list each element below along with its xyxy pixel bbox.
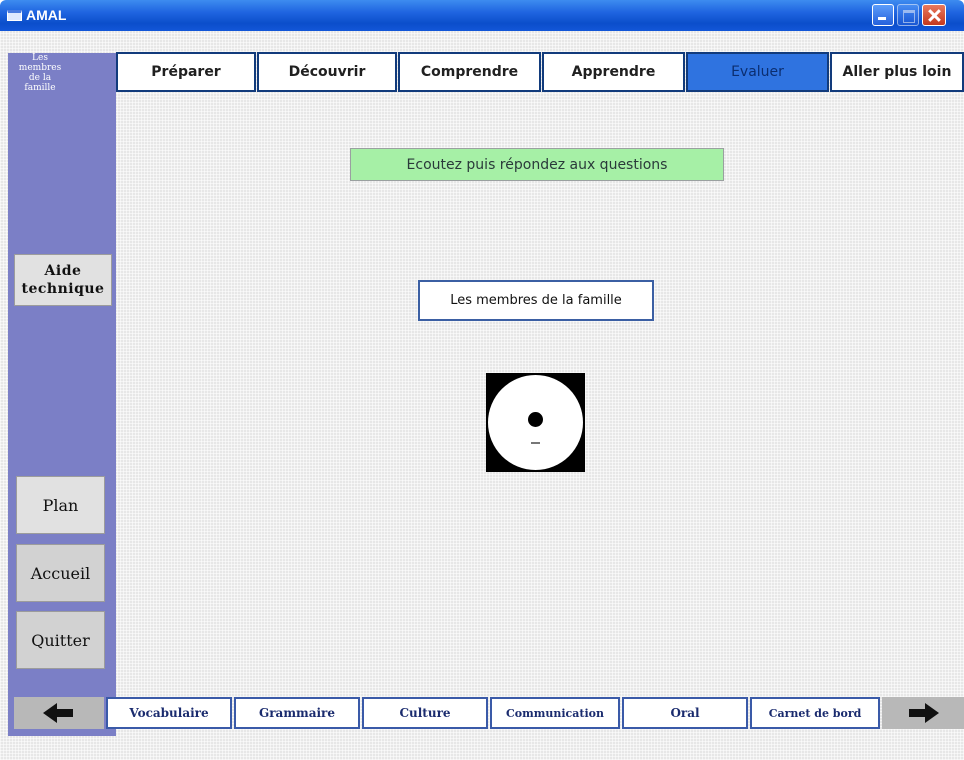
close-button[interactable] — [922, 4, 946, 26]
tab-label: Evaluer — [731, 64, 784, 80]
next-arrow-button[interactable] — [882, 697, 964, 729]
nav-oral[interactable]: Oral — [622, 697, 748, 729]
accueil-button[interactable]: Accueil — [16, 544, 105, 602]
aide-label-line2: technique — [21, 281, 105, 297]
nav-label: Oral — [670, 706, 700, 720]
nav-grammaire[interactable]: Grammaire — [234, 697, 360, 729]
cd-hole — [528, 412, 543, 427]
tab-apprendre[interactable]: Apprendre — [542, 52, 685, 92]
plan-button[interactable]: Plan — [16, 476, 105, 534]
app-window-icon — [7, 10, 22, 21]
previous-arrow-button[interactable] — [14, 697, 104, 729]
sidebar-title: Les membres de la famille — [15, 53, 65, 93]
sidebar-title-line: membres — [18, 63, 62, 73]
tab-preparer[interactable]: Préparer — [116, 52, 256, 92]
tab-label: Préparer — [151, 64, 221, 80]
aide-technique-button[interactable]: Aide technique — [14, 254, 112, 306]
content-area: Les membres de la famille Aide technique… — [0, 31, 964, 760]
nav-label: Communication — [506, 706, 604, 720]
tab-label: Aller plus loin — [842, 64, 952, 80]
tab-evaluer[interactable]: Evaluer — [686, 52, 829, 92]
tab-label: Apprendre — [571, 64, 656, 80]
nav-label: Vocabulaire — [129, 706, 209, 720]
tab-aller-plus-loin[interactable]: Aller plus loin — [830, 52, 964, 92]
nav-label: Carnet de bord — [768, 706, 862, 720]
arrow-right-icon — [909, 703, 939, 723]
nav-vocabulaire[interactable]: Vocabulaire — [106, 697, 232, 729]
quitter-button[interactable]: Quitter — [16, 611, 105, 669]
instruction-banner: Ecoutez puis répondez aux questions — [350, 148, 724, 181]
nav-label: Culture — [399, 706, 451, 720]
cd-icon[interactable] — [486, 373, 585, 472]
plan-label: Plan — [42, 495, 79, 515]
window-title: AMAL — [26, 7, 67, 23]
nav-carnet-de-bord[interactable]: Carnet de bord — [750, 697, 880, 729]
title-bar: AMAL — [0, 0, 964, 31]
quitter-label: Quitter — [31, 630, 90, 650]
tab-label: Comprendre — [420, 64, 519, 80]
sidebar-title-line: Les — [32, 53, 48, 63]
nav-label: Grammaire — [258, 706, 336, 720]
aide-label-line1: Aide — [44, 263, 82, 279]
minimize-button[interactable] — [872, 4, 894, 26]
cd-label-mark — [531, 442, 540, 444]
arrow-left-icon — [43, 703, 73, 723]
maximize-button[interactable] — [897, 4, 919, 26]
tab-decouvrir[interactable]: Découvrir — [257, 52, 397, 92]
tab-label: Découvrir — [288, 64, 366, 80]
sidebar-title-line: de la — [28, 73, 52, 83]
nav-communication[interactable]: Communication — [490, 697, 620, 729]
tab-comprendre[interactable]: Comprendre — [398, 52, 541, 92]
nav-culture[interactable]: Culture — [362, 697, 488, 729]
topic-button[interactable]: Les membres de la famille — [418, 280, 654, 321]
instruction-text: Ecoutez puis répondez aux questions — [406, 156, 668, 173]
sidebar-title-line: famille — [24, 83, 56, 93]
topic-button-label: Les membres de la famille — [450, 293, 622, 308]
accueil-label: Accueil — [30, 563, 91, 583]
